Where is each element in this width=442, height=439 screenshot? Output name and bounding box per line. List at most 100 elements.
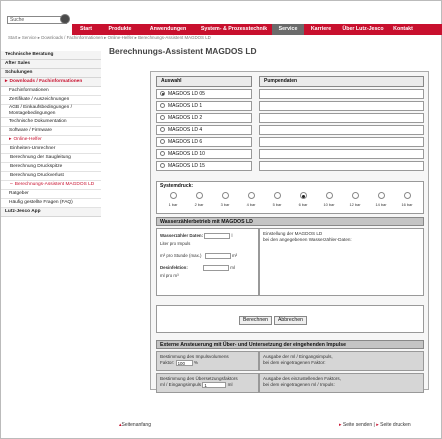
sidebar-item-13[interactable]: Berechnung Druckverlust bbox=[1, 172, 101, 181]
ml-unit: ml bbox=[230, 265, 235, 271]
radio-icon[interactable] bbox=[403, 192, 411, 199]
sidebar-item-0[interactable]: Technische Beratung bbox=[1, 51, 101, 60]
nav-item-2[interactable]: Anwendungen bbox=[140, 24, 196, 35]
radio-icon[interactable] bbox=[247, 192, 255, 199]
radio-icon[interactable] bbox=[195, 192, 203, 199]
sidebar-item-11[interactable]: Berechnung der Saugleitung bbox=[1, 154, 101, 163]
pressure-option-label: 1 bar bbox=[168, 202, 178, 207]
pressure-label: Systemdruck: bbox=[160, 183, 194, 189]
cancel-button[interactable]: Abbrechen bbox=[274, 316, 307, 325]
sidebar-item-label: Zertifikate / Auszeichnungen bbox=[9, 97, 70, 103]
sidebar-item-9[interactable]: ▸ Online-Helfer bbox=[1, 136, 101, 145]
faktor-input[interactable]: 100 bbox=[175, 359, 193, 366]
pressure-option-label: 10 bar bbox=[323, 202, 335, 207]
sidebar-item-label: Downloads / Fachinformationen bbox=[9, 79, 83, 85]
sidebar-item-16[interactable]: Häufig gestellte Fragen (FAQ) bbox=[1, 199, 101, 208]
button-row: Berechnen Abbrechen bbox=[156, 305, 424, 333]
sidebar-item-3[interactable]: ▸ Downloads / Fachinformationen bbox=[1, 78, 101, 87]
ml-per-impulse-label: ml / Eingangsimpuls bbox=[160, 381, 202, 387]
sidebar-item-label: After Sales bbox=[5, 61, 31, 67]
nav-item-3[interactable]: System- & Prozesstechnik bbox=[196, 24, 272, 35]
pressure-option[interactable]: 5 bar bbox=[266, 192, 288, 207]
pressure-option[interactable]: 1 bar bbox=[162, 192, 184, 207]
sidebar-item-1[interactable]: After Sales bbox=[1, 60, 101, 69]
sidebar-item-15[interactable]: Ratgeber bbox=[1, 190, 101, 199]
search-input[interactable]: Suche bbox=[7, 16, 67, 24]
watermeter-header: Wasserzählerbetrieb mit MAGDOS LD bbox=[156, 217, 424, 226]
sidebar-item-2[interactable]: Schulungen bbox=[1, 69, 101, 78]
nav-item-1[interactable]: Produkte bbox=[100, 24, 140, 35]
breadcrumb[interactable]: Start ▸ Service ▸ Downloads / Fachinform… bbox=[8, 35, 211, 41]
liter-per-impulse-input[interactable] bbox=[204, 233, 231, 239]
send-page-link[interactable]: ▸ Seite senden bbox=[339, 422, 372, 428]
pump-option[interactable]: MAGDOS LD 10 bbox=[156, 149, 252, 159]
sidebar-item-10[interactable]: Einheiten-Umrechner bbox=[1, 145, 101, 154]
pump-option[interactable]: MAGDOS LD 15 bbox=[156, 161, 252, 171]
pump-option[interactable]: MAGDOS LD 6 bbox=[156, 137, 252, 147]
pressure-option[interactable]: 2 bar bbox=[188, 192, 210, 207]
sidebar-item-12[interactable]: Berechnung Druckspitze bbox=[1, 163, 101, 172]
watermeter-data-label: Wasserzähler Daten: bbox=[160, 233, 204, 239]
nav-item-4[interactable]: Service bbox=[272, 24, 304, 35]
ml-per-impulse-input[interactable]: 1 bbox=[202, 381, 227, 388]
nav-item-5[interactable]: Karriere bbox=[304, 24, 338, 35]
radio-icon[interactable] bbox=[221, 192, 229, 199]
page: Suche Start Produkte Anwendungen System- & … bbox=[0, 0, 442, 439]
pressure-option[interactable]: 10 bar bbox=[318, 192, 340, 207]
radio-icon[interactable] bbox=[325, 192, 333, 199]
sidebar-item-label: Schulungen bbox=[5, 70, 33, 76]
sidebar-item-17[interactable]: Lutz-Jesco App bbox=[1, 208, 101, 217]
radio-icon[interactable] bbox=[160, 139, 165, 144]
page-title: Berechnungs-Assistent MAGDOS LD bbox=[109, 46, 257, 56]
pressure-option[interactable]: 14 bar bbox=[370, 192, 392, 207]
ratio-output: Ausgabe des einzustellenden Faktors, bei… bbox=[259, 373, 424, 393]
pump-option[interactable]: MAGDOS LD 4 bbox=[156, 125, 252, 135]
sidebar-item-8[interactable]: Software / Firmware bbox=[1, 127, 101, 136]
sidebar-item-4[interactable]: Fachinformationen bbox=[1, 87, 101, 96]
disinfection-input[interactable] bbox=[203, 265, 230, 271]
radio-icon[interactable] bbox=[160, 91, 165, 96]
pump-option[interactable]: MAGDOS LD 05 bbox=[156, 89, 252, 99]
pump-option-label: MAGDOS LD 1 bbox=[168, 103, 203, 109]
print-page-link[interactable]: ▸ Seite drucken bbox=[376, 422, 410, 428]
pressure-option[interactable]: 6 bar bbox=[292, 192, 314, 207]
impulse-volume-output: Ausgabe der ml / Eingangsimpuls, bei dem… bbox=[259, 351, 424, 371]
radio-icon[interactable] bbox=[377, 192, 385, 199]
nav-item-7[interactable]: Kontakt bbox=[388, 24, 418, 35]
radio-icon[interactable] bbox=[169, 192, 177, 199]
pressure-option-label: 3 bar bbox=[220, 202, 230, 207]
nav-item-0[interactable]: Start bbox=[72, 24, 100, 35]
radio-icon[interactable] bbox=[160, 127, 165, 132]
radio-icon[interactable] bbox=[299, 192, 307, 199]
pressure-option-label: 12 bar bbox=[349, 202, 361, 207]
radio-icon[interactable] bbox=[160, 151, 165, 156]
sidebar-item-14[interactable]: – Berechnungs-Assistent MAGDOS LD bbox=[1, 181, 101, 190]
send-page-label: Seite senden bbox=[342, 422, 373, 428]
sidebar-item-label: Technische Dokumentation bbox=[9, 119, 67, 125]
m3-unit: m³ bbox=[231, 253, 238, 259]
pressure-option[interactable]: 4 bar bbox=[240, 192, 262, 207]
pressure-option[interactable]: 16 bar bbox=[396, 192, 418, 207]
sidebar-item-label: Technische Beratung bbox=[5, 52, 54, 58]
pump-data-cell bbox=[259, 137, 424, 147]
m3-per-hour-input[interactable] bbox=[204, 253, 231, 259]
back-to-top-label: Seitenanfang bbox=[121, 422, 151, 428]
pressure-option-label: 5 bar bbox=[272, 202, 282, 207]
pressure-option[interactable]: 3 bar bbox=[214, 192, 236, 207]
radio-icon[interactable] bbox=[160, 115, 165, 120]
back-to-top-link[interactable]: ▴Seitenanfang bbox=[119, 422, 151, 428]
calculate-button[interactable]: Berechnen bbox=[239, 316, 272, 325]
pump-option[interactable]: MAGDOS LD 2 bbox=[156, 113, 252, 123]
search-icon[interactable] bbox=[60, 14, 70, 24]
nav-item-6[interactable]: Über Lutz-Jesco bbox=[338, 24, 388, 35]
radio-icon[interactable] bbox=[273, 192, 281, 199]
radio-icon[interactable] bbox=[160, 103, 165, 108]
sidebar-item-5[interactable]: Zertifikate / Auszeichnungen bbox=[1, 96, 101, 105]
pressure-option[interactable]: 12 bar bbox=[344, 192, 366, 207]
sidebar-item-label: Einheiten-Umrechner bbox=[10, 146, 56, 152]
sidebar-item-7[interactable]: Technische Dokumentation bbox=[1, 118, 101, 127]
pump-option[interactable]: MAGDOS LD 1 bbox=[156, 101, 252, 111]
radio-icon[interactable] bbox=[351, 192, 359, 199]
radio-icon[interactable] bbox=[160, 163, 165, 168]
sidebar-item-6[interactable]: AGB / Einkaufsbedingungen / Montagebedin… bbox=[1, 105, 101, 118]
